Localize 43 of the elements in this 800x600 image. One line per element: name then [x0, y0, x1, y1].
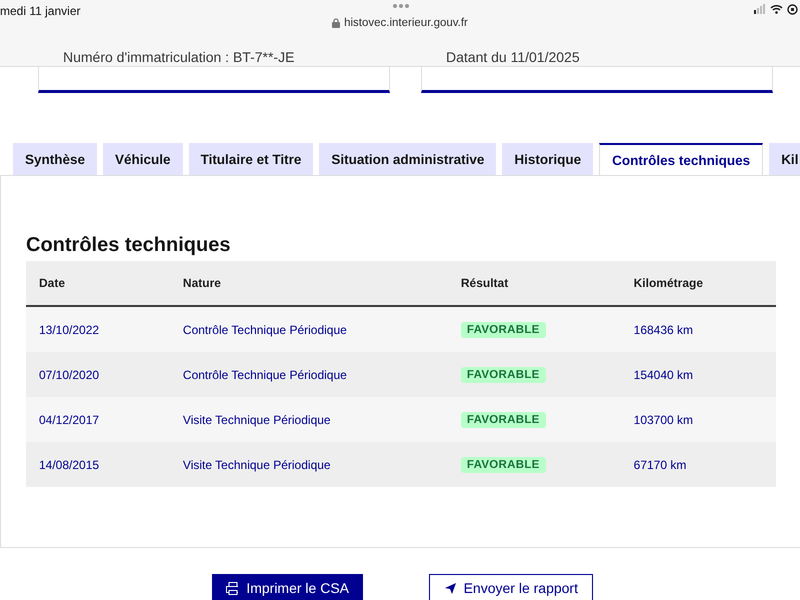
date-cell: 14/08/2015	[26, 442, 170, 487]
send-icon	[444, 582, 456, 594]
date-cell: 04/12/2017	[26, 397, 170, 442]
tab[interactable]: Véhicule	[103, 143, 183, 175]
mileage-cell: 168436 km	[620, 306, 776, 352]
lock-icon	[332, 18, 340, 28]
tab[interactable]: Synthèse	[13, 143, 98, 175]
column-header: Nature	[170, 261, 448, 306]
result-badge: FAVORABLE	[460, 456, 546, 472]
tab[interactable]: Contrôles techniques	[599, 143, 764, 175]
nature-cell: Visite Technique Périodique	[170, 442, 448, 487]
result-badge: FAVORABLE	[460, 322, 546, 338]
secondary-button[interactable]: Envoyer le rapport	[429, 574, 593, 600]
status-date: medi 11 janvier	[0, 4, 80, 18]
mileage-cell: 103700 km	[620, 397, 776, 442]
button-label: Envoyer le rapport	[464, 580, 578, 596]
wifi-icon	[770, 4, 783, 14]
column-header: Kilométrage	[620, 261, 776, 306]
orientation-lock-icon	[787, 4, 798, 15]
mileage-cell: 67170 km	[620, 442, 776, 487]
nature-cell: Contrôle Technique Périodique	[170, 306, 448, 352]
tab[interactable]: Situation administrative	[319, 143, 496, 175]
url-text: histovec.interieur.gouv.fr	[344, 17, 468, 29]
mileage-cell: 154040 km	[620, 352, 776, 397]
primary-button[interactable]: Imprimer le CSA	[212, 574, 363, 600]
nature-cell: Visite Technique Périodique	[170, 397, 448, 442]
signal-icon	[754, 4, 766, 14]
column-header: Résultat	[448, 261, 621, 306]
section-title: Contrôles techniques	[26, 234, 232, 257]
button-label: Imprimer le CSA	[246, 580, 349, 596]
result-badge: FAVORABLE	[460, 412, 546, 428]
column-header: Date	[26, 261, 170, 306]
result-badge: FAVORABLE	[460, 366, 546, 382]
tab[interactable]: Kil	[769, 143, 800, 175]
tab[interactable]: Titulaire et Titre	[188, 143, 314, 175]
tab[interactable]: Historique	[502, 143, 594, 175]
date-cell: 13/10/2022	[26, 306, 170, 352]
printer-icon	[226, 582, 238, 594]
nature-cell: Contrôle Technique Périodique	[170, 352, 448, 397]
more-icon[interactable]	[392, 3, 410, 9]
card-text: Numéro d'immatriculation : BT-7**-JE	[63, 49, 294, 65]
card-text: Datant du 11/01/2025	[446, 49, 580, 65]
date-cell: 07/10/2020	[26, 352, 170, 397]
